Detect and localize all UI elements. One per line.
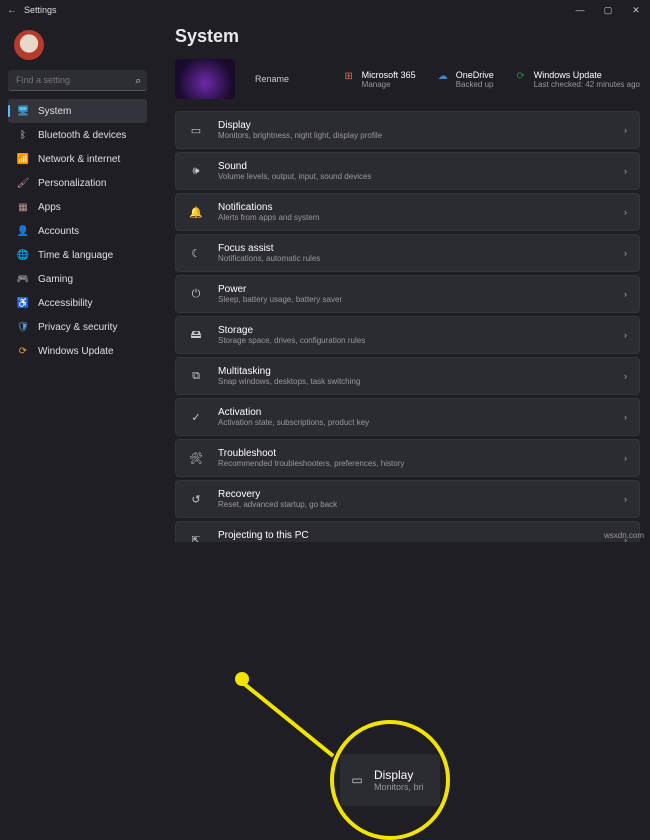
nav-label: Accounts <box>38 226 79 237</box>
close-button[interactable]: ✕ <box>622 0 650 20</box>
row-icon: ⏻ <box>188 286 204 302</box>
sidebar-item-personalization[interactable]: 🖌 Personalization <box>8 171 147 195</box>
page-title: System <box>175 26 640 47</box>
nav-icon: ♿ <box>16 296 30 310</box>
chevron-right-icon: › <box>624 166 627 176</box>
sidebar-item-accessibility[interactable]: ♿ Accessibility <box>8 291 147 315</box>
sidebar-item-gaming[interactable]: 🎮 Gaming <box>8 267 147 291</box>
minimize-button[interactable]: ― <box>566 0 594 20</box>
chevron-right-icon: › <box>624 371 627 381</box>
annotation-callout: ▭ Display Monitors, bri <box>340 754 440 806</box>
status-microsoft-[interactable]: ⊞Microsoft 365Manage <box>342 70 416 89</box>
row-icon: 🛠 <box>188 450 204 466</box>
nav-icon: ⟳ <box>16 344 30 358</box>
sidebar-item-bluetooth-devices[interactable]: ᛒ Bluetooth & devices <box>8 123 147 147</box>
sidebar-item-accounts[interactable]: 👤 Accounts <box>8 219 147 243</box>
back-button[interactable]: ← <box>4 5 20 16</box>
status-icon: ⟳ <box>514 70 528 84</box>
sidebar-item-system[interactable]: 🖥 System <box>8 99 147 123</box>
status-icon: ☁ <box>436 70 450 84</box>
nav-label: Time & language <box>38 250 113 261</box>
maximize-button[interactable]: ▢ <box>594 0 622 20</box>
nav-label: Network & internet <box>38 154 120 165</box>
nav-icon: 🖌 <box>16 176 30 190</box>
sidebar-item-privacy-security[interactable]: 🛡 Privacy & security <box>8 315 147 339</box>
sidebar-item-network-internet[interactable]: 📶 Network & internet <box>8 147 147 171</box>
nav-icon: 🖥 <box>16 104 30 118</box>
chevron-right-icon: › <box>624 330 627 340</box>
watermark: wsxdn.com <box>604 531 644 540</box>
window-title: Settings <box>24 5 57 15</box>
chevron-right-icon: › <box>624 125 627 135</box>
sidebar-item-time-language[interactable]: 🌐 Time & language <box>8 243 147 267</box>
nav-icon: 👤 <box>16 224 30 238</box>
chevron-right-icon: › <box>624 453 627 463</box>
sidebar-item-windows-update[interactable]: ⟳ Windows Update <box>8 339 147 363</box>
nav-label: Gaming <box>38 274 73 285</box>
annotation-highlight-target <box>330 720 450 840</box>
nav-label: Windows Update <box>38 346 114 357</box>
status-icon: ⊞ <box>342 70 356 84</box>
nav-icon: 🎮 <box>16 272 30 286</box>
nav-icon: 🛡 <box>16 320 30 334</box>
nav-label: Privacy & security <box>38 322 117 333</box>
chevron-right-icon: › <box>624 289 627 299</box>
nav-label: Accessibility <box>38 298 92 309</box>
nav-label: Bluetooth & devices <box>38 130 126 141</box>
setting-row-activation[interactable]: ✓ActivationActivation state, subscriptio… <box>175 398 640 436</box>
sidebar-item-apps[interactable]: ▦ Apps <box>8 195 147 219</box>
desktop-preview[interactable] <box>175 59 235 99</box>
row-icon: ✓ <box>188 409 204 425</box>
annotation-highlight-source <box>235 672 249 686</box>
user-avatar[interactable] <box>14 30 44 60</box>
nav-icon: 📶 <box>16 152 30 166</box>
setting-row-storage[interactable]: 🖴StorageStorage space, drives, configura… <box>175 316 640 354</box>
chevron-right-icon: › <box>624 494 627 504</box>
row-icon: 🖴 <box>188 327 204 343</box>
status-windows-update[interactable]: ⟳Windows UpdateLast checked: 42 minutes … <box>514 70 640 89</box>
row-icon: 🔔 <box>188 204 204 220</box>
setting-row-multitasking[interactable]: ⧉MultitaskingSnap windows, desktops, tas… <box>175 357 640 395</box>
setting-row-focus-assist[interactable]: ☾Focus assistNotifications, automatic ru… <box>175 234 640 272</box>
row-icon: ▭ <box>188 122 204 138</box>
row-icon: ⧉ <box>188 368 204 384</box>
nav-label: Apps <box>38 202 61 213</box>
chevron-right-icon: › <box>624 207 627 217</box>
chevron-right-icon: › <box>624 412 627 422</box>
setting-row-projecting-to-this-pc[interactable]: ⇱Projecting to this PCPermissions, pairi… <box>175 521 640 542</box>
chevron-right-icon: › <box>624 248 627 258</box>
nav-icon: 🌐 <box>16 248 30 262</box>
nav-label: System <box>38 106 71 117</box>
rename-link[interactable]: Rename <box>255 74 289 84</box>
sidebar: ⌕ 🖥 System ᛒ Bluetooth & devices 📶 Network & … <box>0 20 155 542</box>
row-icon: 🕪 <box>188 163 204 179</box>
setting-row-sound[interactable]: 🕪SoundVolume levels, output, input, soun… <box>175 152 640 190</box>
main-content: System Rename ⊞Microsoft 365Manage ☁OneDr… <box>155 20 650 542</box>
setting-row-recovery[interactable]: ↺RecoveryReset, advanced startup, go bac… <box>175 480 640 518</box>
setting-row-display[interactable]: ▭DisplayMonitors, brightness, night ligh… <box>175 111 640 149</box>
row-icon: ↺ <box>188 491 204 507</box>
nav-label: Personalization <box>38 178 106 189</box>
nav-icon: ᛒ <box>16 128 30 142</box>
row-icon: ☾ <box>188 245 204 261</box>
status-onedrive[interactable]: ☁OneDriveBacked up <box>436 70 494 89</box>
setting-row-troubleshoot[interactable]: 🛠TroubleshootRecommended troubleshooters… <box>175 439 640 477</box>
row-icon: ⇱ <box>188 532 204 542</box>
search-icon[interactable]: ⌕ <box>135 75 141 86</box>
nav-icon: ▦ <box>16 200 30 214</box>
display-icon: ▭ <box>348 773 366 787</box>
setting-row-power[interactable]: ⏻PowerSleep, battery usage, battery save… <box>175 275 640 313</box>
search-input[interactable] <box>8 70 147 91</box>
setting-row-notifications[interactable]: 🔔NotificationsAlerts from apps and syste… <box>175 193 640 231</box>
